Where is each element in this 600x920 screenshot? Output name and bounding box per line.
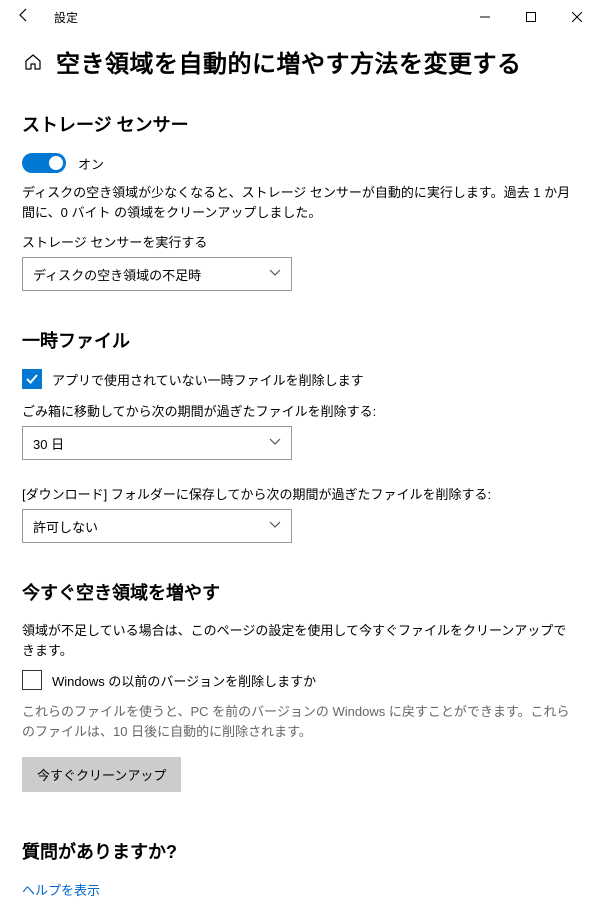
toggle-knob — [49, 156, 63, 170]
storage-sense-heading: ストレージ センサー — [22, 111, 578, 137]
back-button[interactable] — [10, 7, 38, 28]
free-now-heading: 今すぐ空き領域を増やす — [22, 579, 578, 605]
delete-temp-row: アプリで使用されていない一時ファイルを削除します — [22, 369, 578, 389]
delete-temp-label: アプリで使用されていない一時ファイルを削除します — [52, 370, 364, 389]
run-sense-label: ストレージ センサーを実行する — [22, 232, 578, 251]
temp-files-heading: 一時ファイル — [22, 327, 578, 353]
storage-sense-description: ディスクの空き領域が少なくなると、ストレージ センサーが自動的に実行します。過去… — [22, 183, 578, 222]
downloads-select[interactable]: 許可しない — [22, 509, 292, 543]
prev-versions-checkbox[interactable] — [22, 670, 42, 690]
delete-temp-checkbox[interactable] — [22, 369, 42, 389]
run-sense-value: ディスクの空き領域の不足時 — [33, 265, 201, 284]
close-button[interactable] — [554, 0, 600, 34]
content-area: 空き領域を自動的に増やす方法を変更する ストレージ センサー オン ディスクの空… — [0, 34, 600, 919]
recycle-select[interactable]: 30 日 — [22, 426, 292, 460]
maximize-button[interactable] — [508, 0, 554, 34]
page-title: 空き領域を自動的に増やす方法を変更する — [56, 44, 522, 79]
window-title: 設定 — [54, 9, 78, 26]
chevron-down-icon — [269, 268, 281, 280]
chevron-down-icon — [269, 520, 281, 532]
titlebar: 設定 — [0, 0, 600, 34]
window-controls — [462, 0, 600, 34]
chevron-down-icon — [269, 437, 281, 449]
faq-heading: 質問がありますか? — [22, 838, 578, 864]
downloads-label: [ダウンロード] フォルダーに保存してから次の期間が過ぎたファイルを削除する: — [22, 484, 578, 503]
storage-sense-toggle[interactable] — [22, 153, 66, 173]
storage-sense-toggle-row: オン — [22, 153, 578, 173]
page-header: 空き領域を自動的に増やす方法を変更する — [22, 44, 578, 79]
prev-versions-row: Windows の以前のバージョンを削除しますか — [22, 670, 578, 690]
prev-versions-description: これらのファイルを使うと、PC を前のバージョンの Windows に戻すことが… — [22, 702, 578, 741]
minimize-button[interactable] — [462, 0, 508, 34]
run-sense-select[interactable]: ディスクの空き領域の不足時 — [22, 257, 292, 291]
recycle-label: ごみ箱に移動してから次の期間が過ぎたファイルを削除する: — [22, 401, 578, 420]
clean-now-button[interactable]: 今すぐクリーンアップ — [22, 757, 181, 792]
downloads-value: 許可しない — [33, 517, 98, 536]
home-icon[interactable] — [22, 51, 44, 73]
storage-sense-toggle-label: オン — [78, 154, 104, 173]
help-link[interactable]: ヘルプを表示 — [22, 880, 578, 899]
prev-versions-label: Windows の以前のバージョンを削除しますか — [52, 671, 316, 690]
free-now-description: 領域が不足している場合は、このページの設定を使用して今すぐファイルをクリーンアッ… — [22, 621, 578, 660]
recycle-value: 30 日 — [33, 434, 64, 453]
